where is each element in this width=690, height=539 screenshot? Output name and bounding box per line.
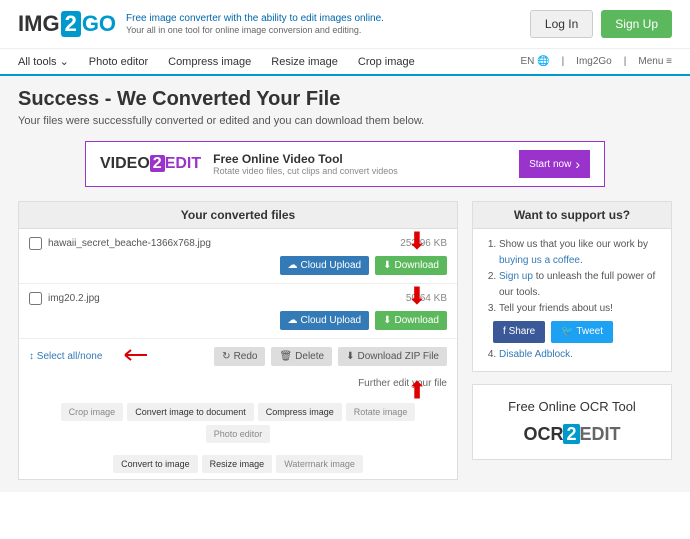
- cloud-upload-button[interactable]: ☁Cloud Upload: [280, 256, 370, 275]
- support-item: Show us that you like our work by buying…: [499, 237, 661, 269]
- signup-button[interactable]: Sign Up: [601, 10, 672, 38]
- tagline-sub: Your all in one tool for online image co…: [126, 25, 384, 37]
- ocr-panel[interactable]: Free Online OCR Tool OCR2EDIT: [472, 384, 672, 460]
- tool-watermark[interactable]: Watermark image: [276, 455, 363, 473]
- chevron-right-icon: ›: [575, 156, 580, 172]
- nav-compress[interactable]: Compress image: [168, 56, 251, 68]
- tool-row: Convert to image Resize image Watermark …: [19, 449, 457, 479]
- nav-brand[interactable]: Img2Go: [576, 56, 612, 67]
- logo-go: GO: [82, 11, 116, 37]
- page-subtitle: Your files were successfully converted o…: [18, 115, 672, 127]
- tool-rotate[interactable]: Rotate image: [346, 403, 416, 421]
- cloud-icon: ☁: [288, 315, 298, 326]
- banner-title: Free Online Video Tool: [213, 152, 398, 166]
- file-size: 59.64 KB: [406, 293, 447, 304]
- tool-compress[interactable]: Compress image: [258, 403, 342, 421]
- logo-two: 2: [61, 11, 81, 37]
- bulk-actions: ↕ Select all/none ↻ Redo 🗑 Delete ⬇ Down…: [19, 339, 457, 374]
- redo-button[interactable]: ↻ Redo: [214, 347, 265, 366]
- select-all-link[interactable]: ↕ Select all/none: [29, 351, 102, 362]
- file-checkbox[interactable]: [29, 292, 42, 305]
- ocr-title: Free Online OCR Tool: [487, 399, 657, 414]
- cloud-icon: ☁: [288, 260, 298, 271]
- tagline: Free image converter with the ability to…: [126, 12, 384, 37]
- files-header: Your converted files: [19, 202, 457, 229]
- tool-convert-image[interactable]: Convert to image: [113, 455, 198, 473]
- login-button[interactable]: Log In: [530, 10, 593, 38]
- support-item: Disable Adblock.: [499, 347, 661, 363]
- share-buttons: f Share 🐦 Tweet: [483, 317, 661, 347]
- tagline-main: Free image converter with the ability to…: [126, 12, 384, 25]
- signup-link[interactable]: Sign up: [499, 271, 533, 282]
- support-panel: Want to support us? Show us that you lik…: [472, 201, 672, 372]
- download-icon: ⬇: [383, 315, 391, 326]
- video-banner[interactable]: VIDEO2EDIT Free Online Video Tool Rotate…: [85, 141, 605, 187]
- support-list: Show us that you like our work by buying…: [473, 229, 671, 371]
- sidebar: Want to support us? Show us that you lik…: [472, 201, 672, 480]
- twitter-tweet-button[interactable]: 🐦 Tweet: [551, 321, 613, 343]
- ocr-logo: OCR2EDIT: [487, 424, 657, 445]
- nav-lang[interactable]: EN 🌐: [520, 56, 549, 67]
- delete-button[interactable]: 🗑 Delete: [271, 347, 332, 366]
- tool-resize[interactable]: Resize image: [202, 455, 273, 473]
- nav-resize[interactable]: Resize image: [271, 56, 338, 68]
- download-icon: ⬇: [383, 260, 391, 271]
- file-name: img20.2.jpg: [48, 293, 100, 304]
- header: IMG2GO Free image converter with the abi…: [0, 0, 690, 49]
- tool-convert-doc[interactable]: Convert image to document: [127, 403, 254, 421]
- banner-start-button[interactable]: Start now›: [519, 150, 590, 178]
- tool-photo-editor[interactable]: Photo editor: [206, 425, 271, 443]
- annotation-arrow: [119, 345, 149, 370]
- support-item: Tell your friends about us!: [499, 301, 661, 317]
- files-panel: Your converted files hawaii_secret_beach…: [18, 201, 458, 480]
- file-row: img20.2.jpg 59.64 KB ☁Cloud Upload ⬇Down…: [19, 284, 457, 339]
- nav-menu[interactable]: Menu ≡: [638, 56, 672, 67]
- tool-crop[interactable]: Crop image: [61, 403, 124, 421]
- file-checkbox[interactable]: [29, 237, 42, 250]
- further-edit-label: Further edit your file: [19, 374, 457, 397]
- header-right: Log In Sign Up: [530, 10, 672, 38]
- content: Success - We Converted Your File Your fi…: [0, 76, 690, 492]
- support-header: Want to support us?: [473, 202, 671, 229]
- facebook-share-button[interactable]: f Share: [493, 321, 545, 343]
- download-button[interactable]: ⬇Download: [375, 311, 447, 330]
- banner-sub: Rotate video files, cut clips and conver…: [213, 166, 398, 176]
- banner-text: Free Online Video Tool Rotate video file…: [213, 152, 398, 176]
- file-name: hawaii_secret_beache-1366x768.jpg: [48, 238, 211, 249]
- download-zip-button[interactable]: ⬇ Download ZIP File: [338, 347, 447, 366]
- logo[interactable]: IMG2GO: [18, 11, 116, 37]
- tool-row: Crop image Convert image to document Com…: [19, 397, 457, 449]
- banner-logo: VIDEO2EDIT: [100, 155, 201, 173]
- logo-img: IMG: [18, 11, 60, 37]
- nav-photo-editor[interactable]: Photo editor: [89, 56, 148, 68]
- page-title: Success - We Converted Your File: [18, 88, 672, 111]
- nav-crop[interactable]: Crop image: [358, 56, 415, 68]
- file-row: hawaii_secret_beache-1366x768.jpg 252.96…: [19, 229, 457, 284]
- coffee-link[interactable]: buying us a coffee: [499, 255, 580, 266]
- nav: All tools ⌄ Photo editor Compress image …: [0, 49, 690, 76]
- nav-all-tools[interactable]: All tools ⌄: [18, 55, 69, 68]
- columns: Your converted files hawaii_secret_beach…: [18, 201, 672, 480]
- support-item: Sign up to unleash the full power of our…: [499, 269, 661, 301]
- file-size: 252.96 KB: [400, 238, 447, 249]
- cloud-upload-button[interactable]: ☁Cloud Upload: [280, 311, 370, 330]
- nav-right: EN 🌐 | Img2Go | Menu ≡: [520, 56, 672, 67]
- adblock-link[interactable]: Disable Adblock.: [499, 349, 573, 360]
- download-button[interactable]: ⬇Download: [375, 256, 447, 275]
